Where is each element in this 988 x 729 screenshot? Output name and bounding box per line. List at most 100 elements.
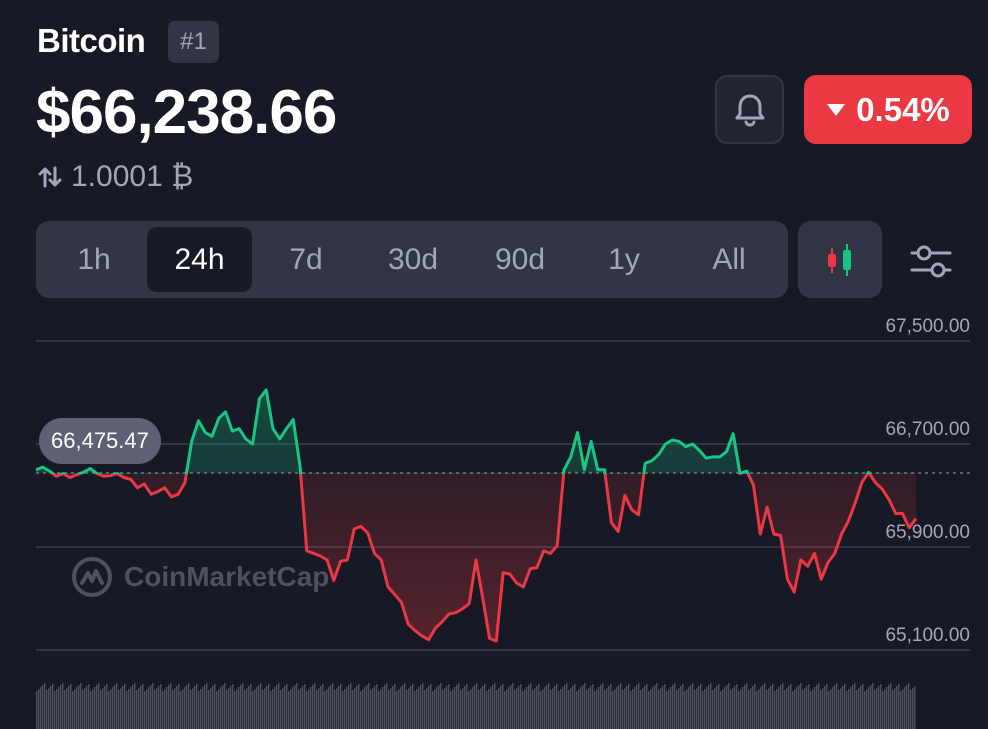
volume-bar	[800, 683, 802, 729]
price-alert-button[interactable]	[715, 75, 784, 144]
volume-bar	[378, 691, 380, 729]
volume-bar	[566, 683, 568, 729]
volume-bar	[350, 683, 352, 729]
y-tick-label: 65,900.00	[885, 522, 970, 543]
volume-bar	[794, 689, 796, 729]
volume-bar	[624, 688, 626, 729]
coinmarketcap-watermark: CoinMarketCap	[70, 555, 329, 599]
price-change-badge: 0.54%	[804, 75, 972, 144]
volume-bar	[584, 683, 586, 729]
volume-bar	[254, 689, 256, 729]
volume-bar	[228, 688, 230, 729]
volume-bar	[280, 690, 282, 729]
volume-bar	[376, 684, 378, 729]
volume-bar	[472, 687, 474, 729]
volume-bar	[632, 689, 634, 729]
volume-bar	[68, 686, 70, 729]
y-tick-label: 65,100.00	[885, 625, 970, 646]
volume-bar	[358, 684, 360, 729]
tab-1h[interactable]: 1h	[43, 227, 145, 292]
tab-24h[interactable]: 24h	[147, 227, 252, 292]
volume-bar	[782, 683, 784, 729]
volume-bar	[40, 687, 42, 729]
volume-bar	[364, 687, 366, 729]
volume-bar	[708, 685, 710, 729]
volume-bar	[154, 690, 156, 729]
chart-settings-button[interactable]	[906, 236, 956, 286]
volume-bar	[312, 685, 314, 729]
volume-bar	[636, 685, 638, 729]
volume-bar	[190, 690, 192, 729]
volume-bar	[270, 691, 272, 729]
volume-bar	[716, 686, 718, 729]
volume-bar	[680, 686, 682, 729]
volume-bar	[606, 688, 608, 729]
volume-bar	[286, 684, 288, 729]
volume-bar	[132, 685, 134, 729]
btc-value: 1.0001 ₿	[71, 160, 194, 193]
volume-bar	[858, 688, 860, 729]
volume-bar	[428, 686, 430, 729]
volume-bar	[44, 683, 46, 729]
volume-bar	[104, 686, 106, 729]
volume-bar	[70, 684, 72, 729]
volume-bar	[460, 690, 462, 729]
tab-7d[interactable]: 7d	[254, 227, 358, 292]
volume-bar	[398, 689, 400, 729]
volume-bar	[48, 688, 50, 729]
volume-bar	[344, 689, 346, 729]
volume-bar	[140, 686, 142, 729]
volume-bar	[234, 691, 236, 729]
volume-bar	[124, 684, 126, 729]
volume-bar	[238, 687, 240, 729]
volume-bar	[674, 683, 676, 729]
volume-bar	[670, 687, 672, 729]
volume-bar	[656, 683, 658, 729]
volume-bar	[532, 690, 534, 729]
volume-bar	[100, 690, 102, 729]
sliders-icon	[910, 245, 952, 278]
volume-bar	[598, 687, 600, 729]
volume-bar	[900, 691, 902, 729]
candlestick-toggle-button[interactable]	[798, 221, 882, 298]
volume-bar	[306, 691, 308, 729]
volume-bar	[340, 684, 342, 729]
tab-30d[interactable]: 30d	[360, 227, 466, 292]
volume-bar	[256, 687, 258, 729]
volume-bar	[150, 685, 152, 729]
volume-bar	[362, 689, 364, 729]
volume-bar	[464, 686, 466, 729]
volume-bar	[224, 683, 226, 729]
volume-bar	[540, 691, 542, 729]
volume-bar	[588, 688, 590, 729]
volume-bar	[458, 683, 460, 729]
volume-bar	[274, 687, 276, 729]
volume-bar	[116, 683, 118, 729]
volume-bar	[156, 688, 158, 729]
volume-bar	[384, 685, 386, 729]
volume-bar	[188, 683, 190, 729]
volume-bar	[742, 687, 744, 729]
tab-90d[interactable]: 90d	[468, 227, 572, 292]
volume-bar	[304, 684, 306, 729]
volume-bar	[54, 691, 56, 729]
volume-bar	[448, 684, 450, 729]
volume-bar	[836, 683, 838, 729]
volume-bar	[832, 687, 834, 729]
volume-bar	[630, 691, 632, 729]
volume-bar	[474, 685, 476, 729]
tab-all[interactable]: All	[676, 227, 782, 292]
price-chart[interactable]: 67,500.00 66,700.00 65,900.00 65,100.00	[0, 300, 988, 729]
volume-bar	[508, 687, 510, 729]
volume-bar	[702, 691, 704, 729]
volume-bar	[594, 691, 596, 729]
volume-bar	[866, 689, 868, 729]
volume-bar	[320, 686, 322, 729]
volume-bar	[662, 686, 664, 729]
tab-1y[interactable]: 1y	[574, 227, 674, 292]
volume-bar	[212, 686, 214, 729]
volume-bar	[518, 686, 520, 729]
volume-bar	[490, 687, 492, 729]
volume-bar	[370, 690, 372, 729]
volume-bar	[216, 691, 218, 729]
